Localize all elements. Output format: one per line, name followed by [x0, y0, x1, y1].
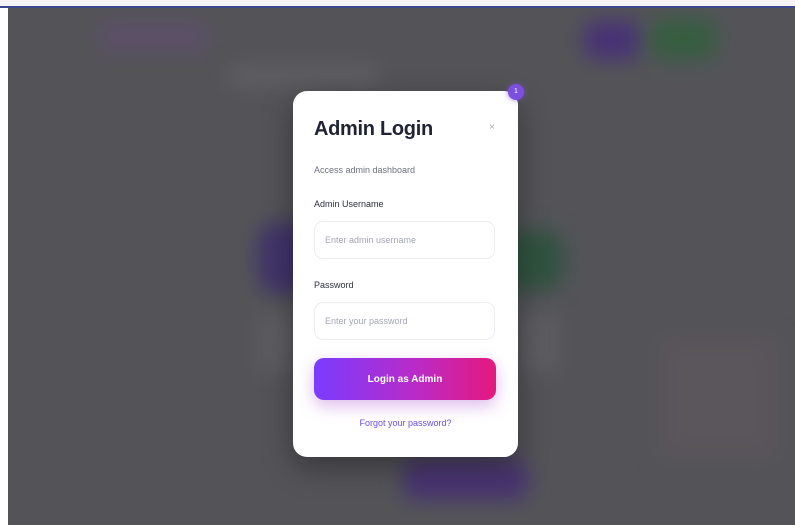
admin-username-input[interactable] — [314, 221, 495, 259]
password-input[interactable] — [314, 302, 495, 340]
screen: Admin Login × Access admin dashboard Adm… — [0, 0, 795, 525]
close-icon[interactable]: × — [487, 123, 497, 133]
password-label: Password — [314, 280, 354, 290]
modal-subtitle: Access admin dashboard — [314, 165, 416, 175]
username-label: Admin Username — [314, 199, 384, 209]
notification-badge-icon: 1 — [508, 84, 524, 100]
modal-title: Admin Login — [314, 118, 433, 140]
login-as-admin-button[interactable]: Login as Admin — [314, 358, 496, 400]
forgot-password-link[interactable]: Forgot your password? — [293, 418, 518, 428]
admin-login-modal: Admin Login × Access admin dashboard Adm… — [293, 91, 518, 457]
